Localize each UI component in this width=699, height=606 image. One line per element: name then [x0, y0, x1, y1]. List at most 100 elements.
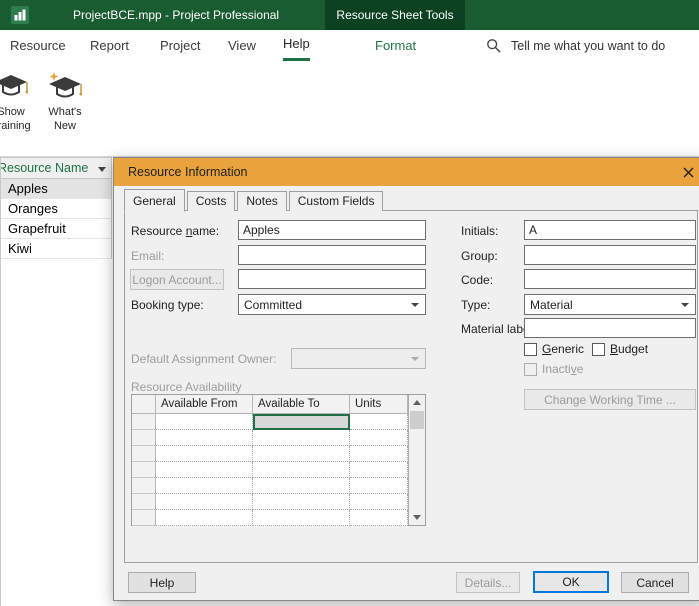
grid-cell[interactable]: [350, 430, 408, 446]
grid-cell[interactable]: [350, 414, 408, 430]
booking-type-dropdown[interactable]: Committed: [238, 294, 426, 315]
grid-cell[interactable]: [156, 430, 253, 446]
availability-grid-body: [132, 414, 425, 526]
show-training-label-2: Training: [0, 120, 31, 132]
tell-me-label: Tell me what you want to do: [511, 38, 666, 53]
help-button[interactable]: Help: [128, 572, 196, 593]
dialog-tab-strip: General Costs Notes Custom Fields: [124, 189, 385, 212]
cancel-button[interactable]: Cancel: [621, 572, 689, 593]
scrollbar-thumb[interactable]: [410, 411, 424, 429]
ribbon-tab-format[interactable]: Format: [375, 30, 416, 61]
show-training-label-1: Show: [0, 106, 25, 118]
logon-account-input[interactable]: [238, 269, 426, 289]
whats-new-button[interactable]: What's New: [38, 69, 92, 149]
grid-row: [132, 414, 425, 430]
ribbon-tab-report[interactable]: Report: [90, 30, 129, 61]
grid-cell[interactable]: [253, 414, 350, 430]
resource-name-input[interactable]: [238, 220, 426, 240]
resource-information-dialog: Resource Information General Costs Notes…: [113, 157, 699, 601]
initials-input[interactable]: [524, 220, 696, 240]
resource-name-label: Resource name:: [131, 224, 220, 238]
grid-column-available-to[interactable]: Available To: [253, 395, 350, 414]
grid-cell[interactable]: [350, 446, 408, 462]
generic-checkbox[interactable]: Generic: [524, 342, 584, 356]
grid-row-header[interactable]: [132, 430, 156, 446]
change-working-time-button: Change Working Time ...: [524, 389, 696, 410]
grid-cell[interactable]: [156, 478, 253, 494]
ribbon-tab-project[interactable]: Project: [160, 30, 200, 61]
grid-cell[interactable]: [156, 446, 253, 462]
dialog-close-button[interactable]: [668, 158, 699, 186]
grid-row: [132, 430, 425, 446]
inactive-checkbox: Inactive: [524, 362, 583, 376]
availability-grid-header: Available From Available To Units: [132, 395, 425, 414]
grid-cell[interactable]: [253, 446, 350, 462]
contextual-tab-group: Resource Sheet Tools: [325, 0, 465, 30]
material-label-input[interactable]: [524, 318, 696, 338]
scroll-up-icon[interactable]: [409, 395, 425, 410]
grid-row: [132, 478, 425, 494]
grid-cell[interactable]: [350, 494, 408, 510]
grid-column-available-from[interactable]: Available From: [156, 395, 253, 414]
graduation-cap-icon: [0, 69, 28, 105]
ribbon-tab-view[interactable]: View: [228, 30, 256, 61]
type-label: Type:: [461, 298, 491, 312]
grid-cell[interactable]: [156, 494, 253, 510]
grid-row-header[interactable]: [132, 414, 156, 430]
grid-cell[interactable]: [156, 462, 253, 478]
tab-general[interactable]: General: [124, 189, 185, 212]
ribbon-content: Show Training What's New: [0, 61, 699, 157]
ribbon-tab-resource[interactable]: Resource: [10, 30, 66, 61]
title-bar: ProjectBCE.mpp - Project Professional Re…: [0, 0, 699, 30]
initials-label: Initials:: [461, 224, 499, 238]
grid-corner-cell: [132, 395, 156, 414]
grid-row-header[interactable]: [132, 510, 156, 526]
grid-cell[interactable]: [253, 430, 350, 446]
grid-row: [132, 494, 425, 510]
grid-row: [132, 462, 425, 478]
show-training-button[interactable]: Show Training: [0, 69, 38, 149]
grid-cell[interactable]: [156, 510, 253, 526]
code-label: Code:: [461, 273, 494, 287]
tell-me-search[interactable]: Tell me what you want to do: [486, 30, 665, 61]
logon-account-button: Logon Account...: [130, 269, 224, 290]
grid-cell[interactable]: [156, 414, 253, 430]
tab-notes[interactable]: Notes: [237, 191, 287, 211]
grid-column-units[interactable]: Units: [350, 395, 408, 414]
sheet-row-kiwi[interactable]: Kiwi: [1, 239, 112, 259]
ok-button[interactable]: OK: [533, 571, 609, 593]
grid-vertical-scrollbar[interactable]: [408, 395, 425, 525]
grid-cell[interactable]: [253, 494, 350, 510]
resource-availability-label: Resource Availability: [131, 380, 242, 394]
column-filter-arrow-icon[interactable]: [98, 167, 106, 172]
grid-cell[interactable]: [253, 462, 350, 478]
grid-row-header[interactable]: [132, 446, 156, 462]
code-input[interactable]: [524, 269, 696, 289]
grid-row-header[interactable]: [132, 494, 156, 510]
tab-custom-fields[interactable]: Custom Fields: [288, 191, 384, 211]
ribbon-tab-row: Resource Report Project View Help Format…: [0, 30, 699, 61]
scroll-down-icon[interactable]: [409, 510, 425, 525]
whats-new-label-1: What's: [48, 106, 82, 118]
group-input[interactable]: [524, 245, 696, 265]
grid-cell[interactable]: [253, 510, 350, 526]
email-input[interactable]: [238, 245, 426, 265]
budget-checkbox[interactable]: Budget: [592, 342, 648, 356]
sheet-row-oranges[interactable]: Oranges: [1, 199, 112, 219]
resource-name-column-header[interactable]: Resource Name: [1, 157, 112, 179]
checkbox-box: [592, 342, 605, 356]
ribbon-tab-help[interactable]: Help: [283, 30, 310, 61]
graduation-cap-sparkle-icon: [48, 69, 82, 105]
grid-cell[interactable]: [350, 510, 408, 526]
grid-cell[interactable]: [350, 478, 408, 494]
type-dropdown[interactable]: Material: [524, 294, 696, 315]
grid-row-header[interactable]: [132, 462, 156, 478]
grid-cell[interactable]: [253, 478, 350, 494]
email-label: Email:: [131, 249, 165, 263]
grid-row-header[interactable]: [132, 478, 156, 494]
grid-row: [132, 446, 425, 462]
tab-costs[interactable]: Costs: [186, 191, 236, 211]
sheet-row-apples[interactable]: Apples: [1, 179, 112, 199]
grid-cell[interactable]: [350, 462, 408, 478]
sheet-row-grapefruit[interactable]: Grapefruit: [1, 219, 112, 239]
